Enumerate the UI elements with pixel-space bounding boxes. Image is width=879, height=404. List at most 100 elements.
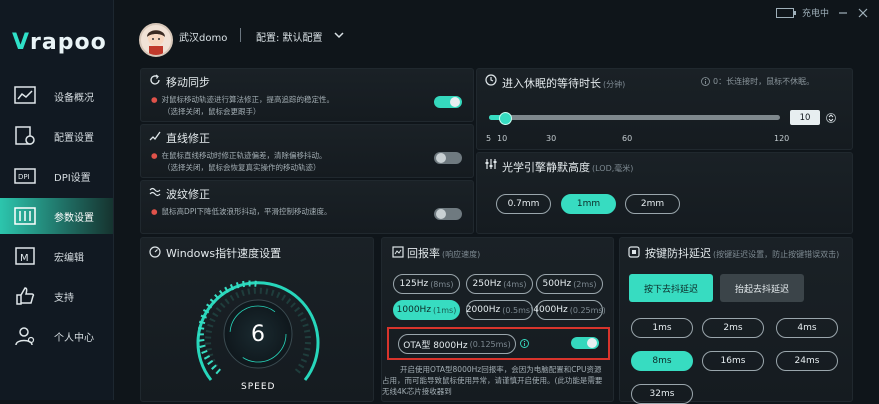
- polling-icon: [392, 246, 404, 258]
- sleep-unit: (分钟): [603, 80, 626, 89]
- motion-sync-panel: 移动同步 ● 对鼠标移动轨迹进行算法修正，提高追踪的稳定性。 （选择关闭，鼠标会更…: [140, 68, 474, 122]
- clock-icon: [485, 74, 497, 86]
- debounce-option[interactable]: 8ms: [631, 351, 693, 371]
- ripple-correction-desc: 鼠标高DPI下降低波浪形抖动，平滑控制移动速度。: [161, 207, 332, 216]
- chart-icon: [14, 86, 36, 104]
- battery-status: 充电中: [801, 9, 829, 19]
- lod-panel: 光学引擎静默高度 (LOD,毫米) 0.7mm 1mm 2mm: [476, 152, 853, 234]
- wave-icon: [149, 187, 161, 197]
- sidebar-item-label: 宏编辑: [54, 253, 84, 264]
- line-correction-icon: [149, 131, 161, 141]
- tick-label: 60: [622, 134, 633, 143]
- tick-label: 5: [486, 134, 492, 143]
- minimize-icon[interactable]: [837, 7, 849, 19]
- sidebar-item-label: 参数设置: [54, 213, 94, 224]
- pointer-speed-title: Windows指针速度设置: [166, 247, 282, 260]
- window-topbar: 充电中: [775, 6, 869, 19]
- ripple-correction-title: 波纹修正: [166, 188, 210, 201]
- sidebar-item-macro[interactable]: M 宏编辑: [0, 238, 113, 274]
- polling-option[interactable]: 4000Hz (0.25ms): [533, 300, 606, 320]
- sidebar-item-profile[interactable]: 个人中心: [0, 318, 113, 354]
- polling-option[interactable]: 1000Hz (1ms): [393, 300, 460, 320]
- debounce-option[interactable]: 32ms: [631, 384, 693, 404]
- macro-icon: M: [15, 247, 35, 265]
- sidebar-item-params[interactable]: 参数设置: [0, 198, 113, 234]
- tick-label: 10: [497, 134, 508, 143]
- debounce-option[interactable]: 4ms: [776, 318, 838, 338]
- polling-panel: 回报率 (响应速度) 125Hz (8ms) 250Hz (4ms) 500Hz (2m…: [381, 237, 614, 402]
- tick-label: 120: [774, 134, 790, 143]
- debounce-option[interactable]: 16ms: [702, 351, 764, 371]
- sidebar-item-label: DPI设置: [54, 173, 91, 184]
- params-icon: [14, 207, 36, 225]
- sleep-hint: 0：长连接时，鼠标不休眠。: [713, 77, 815, 86]
- chevron-down-icon[interactable]: [334, 32, 344, 39]
- line-correction-note: （选择关闭，鼠标会恢复真实操作的移动轨迹）: [163, 163, 321, 172]
- lod-option[interactable]: 0.7mm: [496, 194, 551, 214]
- sidebar-item-label: 配置设置: [54, 133, 94, 144]
- svg-text:M: M: [20, 253, 29, 264]
- ripple-correction-toggle[interactable]: [434, 208, 462, 220]
- sleep-slider-track[interactable]: [489, 112, 780, 125]
- line-correction-panel: 直线修正 ● 在鼠标直线移动时修正轨迹偏差，清除偏移抖动。 （选择关闭，鼠标会恢复…: [140, 124, 474, 178]
- debounce-option[interactable]: 2ms: [702, 318, 764, 338]
- polling-option[interactable]: 500Hz (2ms): [536, 274, 603, 294]
- stepper-icon[interactable]: [826, 110, 836, 126]
- battery-icon: [775, 7, 796, 18]
- ota-toggle[interactable]: [571, 337, 599, 349]
- speed-value: 6: [251, 322, 265, 347]
- sidebar-item-config[interactable]: 配置设置: [0, 118, 113, 154]
- sleep-value-input[interactable]: 10: [790, 110, 820, 125]
- ota-option[interactable]: OTA型 8000Hz (0.125ms): [398, 334, 516, 354]
- sidebar-item-support[interactable]: 支持: [0, 278, 113, 314]
- thumb-icon: [16, 287, 35, 305]
- lod-icon: [485, 159, 497, 169]
- polling-option[interactable]: 250Hz (4ms): [466, 274, 533, 294]
- lod-option[interactable]: 1mm: [561, 194, 616, 214]
- motion-sync-toggle[interactable]: [434, 96, 462, 108]
- info-icon[interactable]: [520, 339, 529, 348]
- user-icon: [15, 327, 35, 346]
- config-icon: [15, 126, 35, 145]
- polling-option[interactable]: 125Hz (8ms): [393, 274, 460, 294]
- rapoo-logo: Vrapoo: [12, 30, 107, 55]
- release-debounce-button[interactable]: 抬起去抖延迟: [720, 274, 804, 302]
- close-icon[interactable]: [857, 7, 869, 19]
- ripple-correction-panel: 波纹修正 ● 鼠标高DPI下降低波浪形抖动，平滑控制移动速度。: [140, 180, 474, 234]
- config-selector[interactable]: 配置: 默认配置: [256, 29, 323, 44]
- sidebar-item-label: 个人中心: [54, 333, 94, 344]
- info-icon[interactable]: [701, 77, 710, 86]
- username: 武汉domo: [179, 33, 228, 44]
- sidebar: Vrapoo 设备概况 配置设置 DPI DPI设置 参数设置 M 宏编辑 支持…: [0, 0, 114, 400]
- press-debounce-button[interactable]: 按下去抖延迟: [629, 274, 713, 302]
- lod-option[interactable]: 2mm: [625, 194, 680, 214]
- button-icon: [628, 246, 640, 258]
- debounce-panel: 按键防抖延迟 (按键延迟设置，防止按键错误双击) 按下去抖延迟 抬起去抖延迟 1m…: [619, 237, 853, 404]
- svg-text:DPI: DPI: [18, 173, 30, 181]
- debounce-option[interactable]: 1ms: [631, 318, 693, 338]
- sleep-slider-handle[interactable]: [499, 112, 512, 125]
- sidebar-item-label: 支持: [54, 293, 74, 304]
- avatar-image: [147, 30, 165, 55]
- ota-warning: 开启使用OTA型8000Hz回报率，会因为电脑配置和CPU资源占用，而可能导致鼠…: [382, 365, 603, 396]
- polling-option[interactable]: 2000Hz (0.5ms): [466, 300, 533, 320]
- line-correction-toggle[interactable]: [434, 152, 462, 164]
- ota-highlight: OTA型 8000Hz (0.125ms): [387, 327, 610, 360]
- motion-sync-note: （选择关闭，鼠标会更跟手）: [163, 107, 261, 116]
- polling-subtitle: (响应速度): [442, 250, 481, 259]
- motion-sync-desc: 对鼠标移动轨迹进行算法修正，提高追踪的稳定性。: [161, 95, 335, 104]
- debounce-option[interactable]: 24ms: [776, 351, 838, 371]
- pointer-speed-panel: Windows指针速度设置 6 SPEED: [140, 237, 374, 402]
- gauge-icon: [149, 246, 161, 258]
- sidebar-item-dpi[interactable]: DPI DPI设置: [0, 158, 113, 194]
- tick-label: 30: [546, 134, 557, 143]
- lod-title: 光学引擎静默高度: [502, 161, 590, 174]
- speed-label: SPEED: [241, 382, 276, 392]
- polling-title: 回报率: [407, 247, 440, 260]
- dpi-icon: DPI: [14, 168, 36, 184]
- avatar[interactable]: [139, 23, 173, 57]
- sidebar-item-label: 设备概况: [54, 93, 94, 104]
- sleep-panel: 进入休眠的等待时长 (分钟) 0：长连接时，鼠标不休眠。 5 10 30 60 1…: [476, 68, 853, 150]
- line-correction-desc: 在鼠标直线移动时修正轨迹偏差，清除偏移抖动。: [161, 151, 327, 160]
- sidebar-item-device-overview[interactable]: 设备概况: [0, 78, 113, 114]
